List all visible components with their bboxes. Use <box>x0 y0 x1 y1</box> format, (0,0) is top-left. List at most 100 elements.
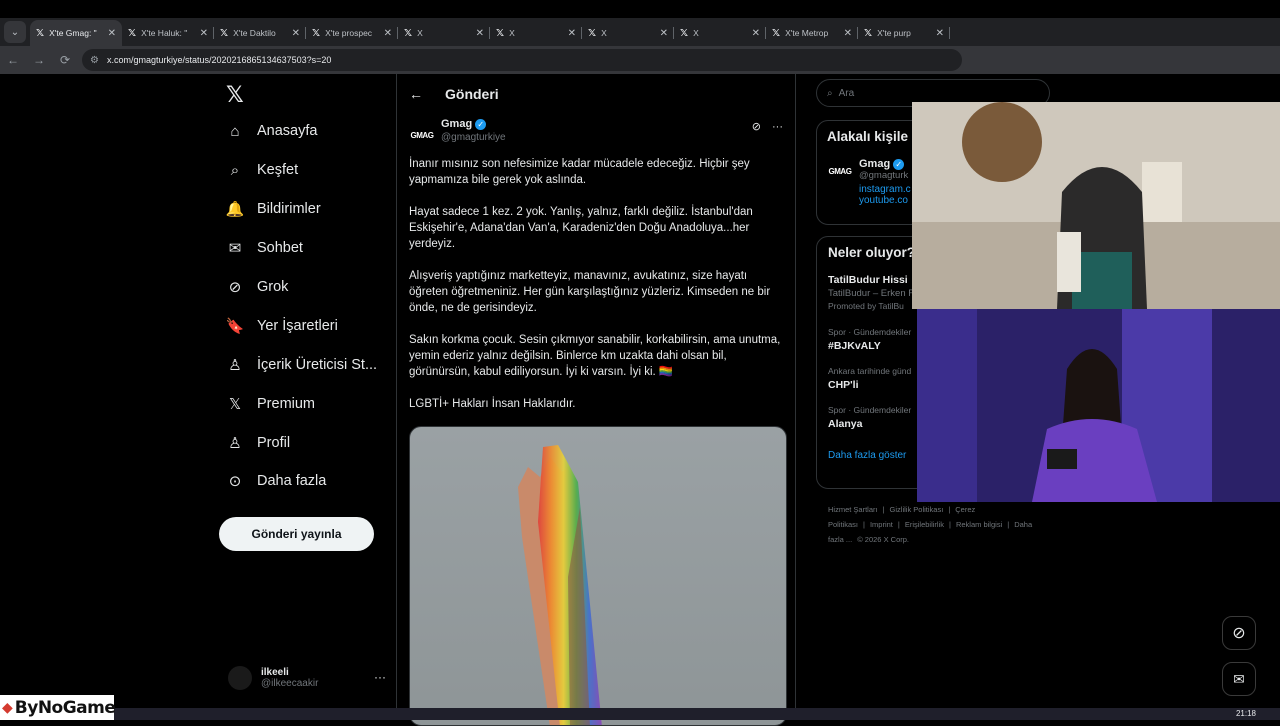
site-info-icon[interactable]: ⚙ <box>90 55 99 66</box>
nav-item-daha-fazla[interactable]: ⊙ Daha fazla <box>226 472 327 490</box>
tab-label: X <box>601 28 607 38</box>
x-page: 𝕏 ⌂ Anasayfa ⌕ Keşfet 🔔 Bildirimler ✉ Sohbet ⊘ Gr… <box>0 74 1280 726</box>
nav-label: İçerik Üreticisi St... <box>257 357 378 373</box>
footer-link[interactable]: Erişilebilirlik <box>905 520 944 529</box>
bell-icon: 🔔 <box>225 201 245 218</box>
tweet-image[interactable] <box>409 426 787 726</box>
x-favicon-icon: 𝕏 <box>864 27 873 39</box>
avatar <box>228 666 252 690</box>
account-switcher[interactable]: ilkeeli @ilkeecaakir ··· <box>228 660 388 696</box>
close-icon[interactable]: ✕ <box>292 28 300 39</box>
more-circle-icon: ⊙ <box>228 473 242 490</box>
footer-link[interactable]: Reklam bilgisi <box>956 520 1002 529</box>
nav-item-keşfet[interactable]: ⌕ Keşfet <box>226 161 298 179</box>
related-name-row[interactable]: Gmag ✓ <box>859 158 911 170</box>
browser-tab[interactable]: 𝕏 X ✕ <box>398 20 490 46</box>
close-icon[interactable]: ✕ <box>200 28 208 39</box>
tweet: GMAG Gmag ✓ @gmagturkiye ⊘ ··· İnanır mı… <box>397 114 795 726</box>
address-bar-row: ← → ⟳ ⚙ x.com/gmagturkiye/status/2020216… <box>0 46 1280 74</box>
nav-label: Keşfet <box>257 162 299 178</box>
creator-icon: ♙ <box>228 357 242 374</box>
author-avatar[interactable]: GMAG <box>409 122 435 148</box>
footer-separator: | <box>863 520 865 529</box>
close-icon[interactable]: ✕ <box>568 28 576 39</box>
footer-links: Hizmet Şartları | Gizlilik Politikası | Çere… <box>828 502 1048 547</box>
nav-item-profil[interactable]: ♙ Profil <box>226 434 290 452</box>
browser-tab[interactable]: 𝕏 X ✕ <box>674 20 766 46</box>
tweet-actions: ⊘ ··· <box>752 120 783 133</box>
nav-item-yer-i-şaretleri[interactable]: 🔖 Yer İşaretleri <box>226 317 338 335</box>
close-icon[interactable]: ✕ <box>752 28 760 39</box>
verified-badge-icon: ✓ <box>893 158 905 170</box>
close-icon[interactable]: ✕ <box>108 28 116 39</box>
browser-tab[interactable]: 𝕏 X ✕ <box>490 20 582 46</box>
browser-tab[interactable]: 𝕏 X ✕ <box>582 20 674 46</box>
search-icon: ⌕ <box>827 87 833 99</box>
webcam-overlay-bottom <box>917 309 1280 502</box>
footer-link[interactable]: Gizlilik Politikası <box>890 505 944 514</box>
nav-label: Bildirimler <box>257 201 321 217</box>
footer-link[interactable]: © 2026 X Corp. <box>857 535 909 544</box>
author-name-row[interactable]: Gmag ✓ <box>441 118 506 130</box>
browser-tab[interactable]: 𝕏 X'te Haluk: " ✕ <box>122 20 214 46</box>
grok-icon: ⊘ <box>1232 625 1246 642</box>
left-sidebar: 𝕏 ⌂ Anasayfa ⌕ Keşfet 🔔 Bildirimler ✉ Sohbet ⊘ Gr… <box>218 74 396 708</box>
tab-label: X <box>417 28 423 38</box>
footer-separator: | <box>882 505 885 514</box>
nav-item-grok[interactable]: ⊘ Grok <box>226 278 289 296</box>
nav-item-bildirimler[interactable]: 🔔 Bildirimler <box>226 200 321 218</box>
person-icon: ♙ <box>228 435 242 452</box>
related-link-youtube[interactable]: youtube.co <box>859 195 911 206</box>
browser-tab[interactable]: 𝕏 X'te Daktilo ✕ <box>214 20 306 46</box>
tab-label: X'te Haluk: " <box>141 28 188 38</box>
close-icon[interactable]: ✕ <box>660 28 668 39</box>
messages-fab-button[interactable]: ✉ <box>1222 662 1256 696</box>
tab-search-button[interactable]: ⌄ <box>4 21 26 43</box>
nav-item-sohbet[interactable]: ✉ Sohbet <box>226 239 303 257</box>
related-handle: @gmagturk <box>859 170 909 181</box>
tweet-paragraph: Sakın korkma çocuk. Sesin çıkmıyor sanab… <box>409 334 781 378</box>
grok-icon[interactable]: ⊘ <box>752 121 761 133</box>
browser-tab[interactable]: 𝕏 X'te purp ✕ <box>858 20 950 46</box>
more-icon[interactable]: ··· <box>772 121 783 133</box>
x-favicon-icon: 𝕏 <box>772 27 781 39</box>
author-handle: @gmagturkiye <box>441 132 506 143</box>
x-icon: 𝕏 <box>228 396 242 413</box>
nav-item-i-çerik-üreticisi-st-[interactable]: ♙ İçerik Üreticisi St... <box>226 356 377 374</box>
nav-label: Premium <box>257 396 316 412</box>
os-taskbar: 21:18 <box>0 708 1280 720</box>
back-nav-icon[interactable]: ← <box>0 53 26 67</box>
close-icon[interactable]: ✕ <box>476 28 484 39</box>
footer-link[interactable]: Imprint <box>870 520 893 529</box>
post-button[interactable]: Gönderi yayınla <box>219 517 374 551</box>
rainbow-arm-illustration <box>518 445 602 725</box>
nav-label: Grok <box>257 279 289 295</box>
browser-tab[interactable]: 𝕏 X'te Metrop ✕ <box>766 20 858 46</box>
x-favicon-icon: 𝕏 <box>404 27 413 39</box>
tab-label: X <box>509 28 515 38</box>
nav-label: Sohbet <box>257 240 303 256</box>
x-logo-icon[interactable]: 𝕏 <box>226 82 244 108</box>
browser-tab[interactable]: 𝕏 X'te Gmag: " ✕ <box>30 20 122 46</box>
url-field[interactable]: ⚙ x.com/gmagturkiye/status/2020216865134… <box>82 49 962 71</box>
tweet-paragraph: Hayat sadece 1 kez. 2 yok. Yanlış, yalnı… <box>409 206 753 250</box>
grok-icon: ⊘ <box>228 279 242 296</box>
forward-nav-icon[interactable]: → <box>26 53 52 67</box>
close-icon[interactable]: ✕ <box>844 28 852 39</box>
related-avatar[interactable]: GMAG <box>827 158 853 184</box>
close-icon[interactable]: ✕ <box>936 28 944 39</box>
nav-item-premium[interactable]: 𝕏 Premium <box>226 395 315 413</box>
x-favicon-icon: 𝕏 <box>496 27 505 39</box>
home-icon: ⌂ <box>230 122 240 140</box>
more-icon[interactable]: ··· <box>374 670 386 684</box>
reload-icon[interactable]: ⟳ <box>52 53 78 67</box>
x-favicon-icon: 𝕏 <box>588 27 597 39</box>
nav-label: Profil <box>257 435 291 451</box>
back-arrow-icon[interactable]: ← <box>409 86 423 102</box>
related-link-instagram[interactable]: instagram.c <box>859 184 911 195</box>
close-icon[interactable]: ✕ <box>384 28 392 39</box>
nav-item-anasayfa[interactable]: ⌂ Anasayfa <box>226 122 317 140</box>
grok-fab-button[interactable]: ⊘ <box>1222 616 1256 650</box>
browser-tab[interactable]: 𝕏 X'te prospec ✕ <box>306 20 398 46</box>
footer-link[interactable]: Hizmet Şartları <box>828 505 878 514</box>
